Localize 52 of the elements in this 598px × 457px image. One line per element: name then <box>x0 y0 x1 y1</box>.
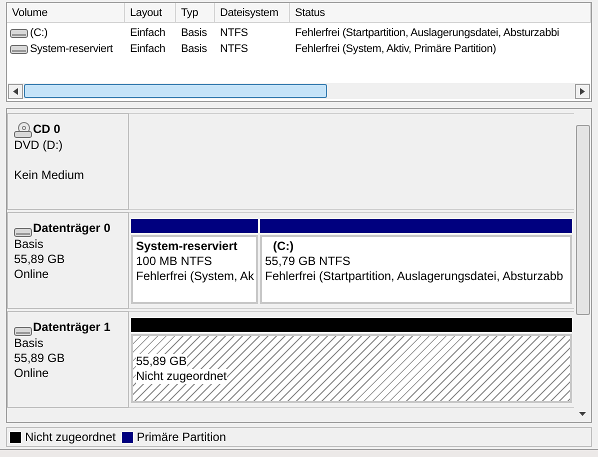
scroll-down-icon[interactable] <box>579 412 586 416</box>
disk-info: DVD (D:) <box>14 138 64 153</box>
disk-info: Basis <box>14 336 44 351</box>
partition-status: Fehlerfrei (System, Ak <box>136 269 254 284</box>
column-header[interactable]: Layout <box>125 3 176 22</box>
disk-name: Datenträger 1 <box>33 319 110 336</box>
disk-info: 55,89 GB <box>14 252 66 267</box>
disk-drive-icon <box>14 327 32 336</box>
scroll-right-icon[interactable] <box>575 84 590 98</box>
disk-info: Online <box>14 366 50 381</box>
horizontal-scrollbar[interactable] <box>8 83 590 99</box>
disk-name: Datenträger 0 <box>33 220 110 237</box>
table-cell-text: System-reserviert <box>30 42 113 57</box>
partition-size: 55,79 GB NTFS <box>265 254 350 269</box>
scrollbar-thumb[interactable] <box>24 84 327 98</box>
column-header[interactable]: Status <box>290 3 591 22</box>
table-cell-text: Fehlerfrei (Startpartition, Auslagerungsdatei, Absturzabbi <box>295 26 560 41</box>
scroll-left-icon[interactable] <box>8 84 23 98</box>
disk-label-panel[interactable]: Datenträger 0 Basis 55,89 GB Online <box>7 212 129 309</box>
disk-drive-icon <box>10 28 28 38</box>
table-cell-text: Einfach <box>130 26 166 41</box>
table-cell-text: NTFS <box>220 26 248 41</box>
disk-drive-icon <box>14 228 32 237</box>
partition-block[interactable]: 55,89 GB Nicht zugeordnet <box>131 318 572 403</box>
partition-title: (C:) <box>272 239 295 254</box>
disk-info: Basis <box>14 237 44 252</box>
column-header[interactable]: Typ <box>176 3 215 22</box>
partition-title: System-reserviert <box>136 239 238 254</box>
table-cell-text: Basis <box>181 26 207 41</box>
table-cell-text: Fehlerfrei (System, Aktiv, Primäre Partition) <box>295 42 496 57</box>
table-cell-text: NTFS <box>220 42 248 57</box>
disk-info: Online <box>14 267 50 282</box>
partition-block[interactable]: System-reserviert 100 MB NTFS Fehlerfrei (System, Ak <box>131 219 258 304</box>
disk-label-panel[interactable]: CD 0 DVD (D:) Kein Medium <box>7 113 129 210</box>
disk-info: 55,89 GB <box>14 351 66 366</box>
partition-status: Fehlerfrei (Startpartition, Auslagerungsdatei, Absturzabb <box>265 269 564 284</box>
partition-size: 55,89 GB <box>136 354 187 369</box>
scrollbar-thumb[interactable] <box>576 125 590 315</box>
disk-drive-icon <box>10 44 28 54</box>
column-header[interactable]: Dateisystem <box>215 3 290 22</box>
disk-label-panel[interactable]: Datenträger 1 Basis 55,89 GB Online <box>7 311 129 408</box>
disk-name: CD 0 <box>33 121 60 138</box>
disk-info: Kein Medium <box>14 168 86 183</box>
table-cell-text: Basis <box>181 42 207 57</box>
legend-label: Primäre Partition <box>136 429 226 446</box>
partition-status: Nicht zugeordnet <box>136 369 227 384</box>
partition-block[interactable]: (C:) 55,79 GB NTFS Fehlerfrei (Startpartition, Auslagerungsdatei, Absturzabb <box>260 219 572 304</box>
legend-label: Nicht zugeordnet <box>25 429 116 446</box>
cd-drive-icon <box>14 122 32 138</box>
table-cell-text: (C:) <box>30 26 48 41</box>
table-cell-text: Einfach <box>130 42 166 57</box>
column-header[interactable]: Volume <box>7 3 125 22</box>
